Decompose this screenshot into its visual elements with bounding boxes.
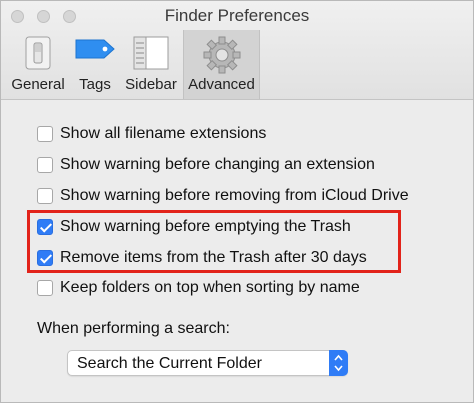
- option-label: Show warning before removing from iCloud…: [60, 187, 409, 204]
- tab-label: Sidebar: [125, 76, 177, 93]
- tab-advanced[interactable]: Advanced: [183, 30, 260, 99]
- search-scope-value: Search the Current Folder: [77, 355, 262, 372]
- checkbox[interactable]: [37, 126, 53, 142]
- option-label: Show warning before changing an extensio…: [60, 156, 375, 173]
- tab-tags[interactable]: Tags: [71, 30, 119, 99]
- advanced-pane: Show all filename extensions Show warnin…: [1, 100, 473, 402]
- option-label: Show warning before emptying the Trash: [60, 218, 351, 235]
- option-remove-trash-30-days[interactable]: Remove items from the Trash after 30 day…: [37, 247, 367, 269]
- option-label: Keep folders on top when sorting by name: [60, 279, 360, 296]
- tab-label: Tags: [79, 76, 111, 93]
- checkbox[interactable]: [37, 157, 53, 173]
- checkbox[interactable]: [37, 280, 53, 296]
- tab-label: Advanced: [188, 76, 255, 93]
- option-warn-extension-change[interactable]: Show warning before changing an extensio…: [37, 154, 375, 176]
- tag-icon: [74, 36, 116, 67]
- checkbox-checked[interactable]: [37, 250, 53, 266]
- option-show-extensions[interactable]: Show all filename extensions: [37, 123, 266, 145]
- option-folders-on-top[interactable]: Keep folders on top when sorting by name: [37, 277, 360, 299]
- sidebar-icon: [133, 36, 169, 75]
- popup-arrows-icon: [329, 350, 348, 376]
- window-title: Finder Preferences: [164, 6, 310, 25]
- finder-preferences-window: Finder Preferences General Tags Sidebar …: [0, 0, 474, 403]
- option-label: Remove items from the Trash after 30 day…: [60, 249, 367, 266]
- option-warn-empty-trash[interactable]: Show warning before emptying the Trash: [37, 216, 351, 238]
- gear-icon: [203, 36, 241, 79]
- option-label: Show all filename extensions: [60, 125, 267, 142]
- checkbox[interactable]: [37, 188, 53, 204]
- search-scope-label: When performing a search:: [37, 320, 230, 337]
- tab-label: General: [11, 76, 65, 93]
- toolbar: Finder Preferences General Tags Sidebar …: [1, 1, 473, 100]
- tab-general[interactable]: General: [7, 30, 69, 99]
- search-scope-popup[interactable]: Search the Current Folder: [67, 350, 348, 376]
- general-icon: [25, 36, 51, 75]
- option-warn-icloud-removal[interactable]: Show warning before removing from iCloud…: [37, 185, 409, 207]
- checkbox-checked[interactable]: [37, 219, 53, 235]
- tab-sidebar[interactable]: Sidebar: [120, 30, 182, 99]
